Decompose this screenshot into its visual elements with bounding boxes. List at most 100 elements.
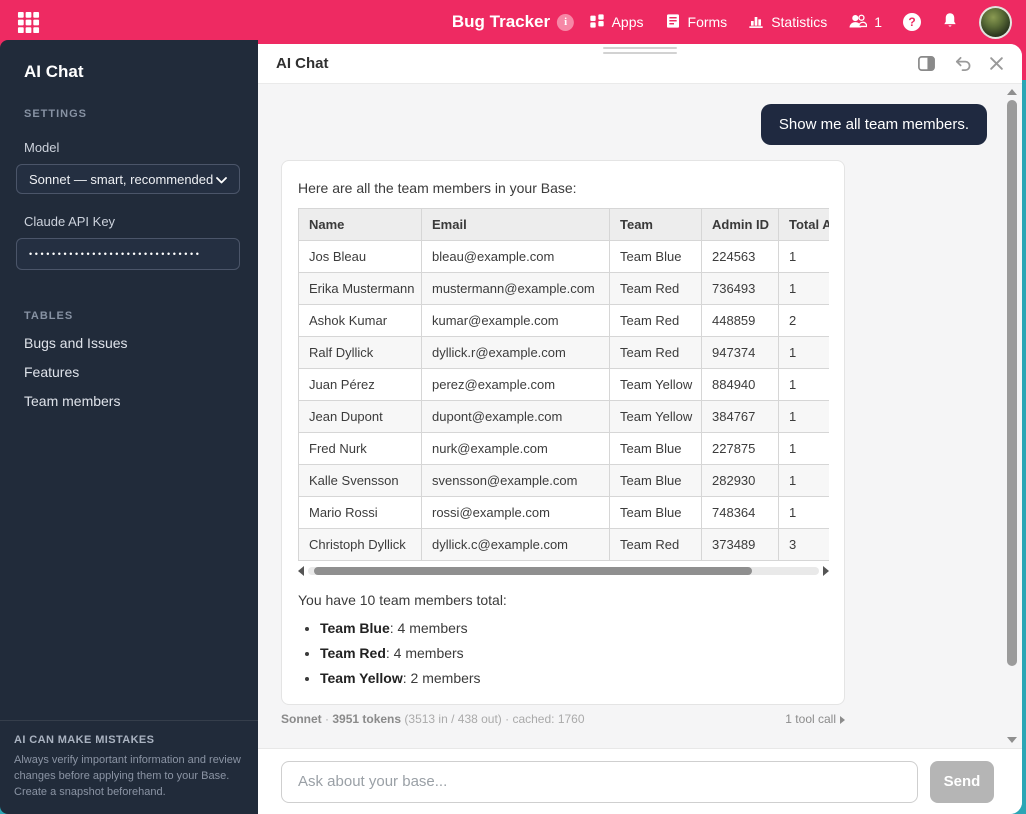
table-cell: Ralf Dyllick: [298, 336, 422, 369]
base-title: Bug Tracker i: [451, 0, 575, 44]
table-cell: Juan Pérez: [298, 368, 422, 401]
table-cell: rossi@example.com: [421, 496, 610, 529]
team-members-table: NameEmailTeamAdmin IDTotal Ass Jos Bleau…: [298, 208, 829, 561]
table-cell: Team Red: [609, 304, 702, 337]
table-header-cell: Total Ass: [778, 208, 829, 241]
table-cell: 1: [778, 336, 829, 369]
table-row: Ashok Kumar kumar@example.com Team Red 4488…: [298, 304, 829, 337]
info-icon[interactable]: i: [557, 13, 575, 31]
table-row: Jean Dupont dupont@example.com Team Yellow…: [298, 400, 829, 433]
model-select[interactable]: Sonnet — smart, recommended: [16, 164, 240, 194]
help-icon: ?: [903, 13, 921, 31]
table-cell: 227875: [701, 432, 779, 465]
team-count-list: Team Blue: 4 members Team Red: 4 members T…: [320, 620, 828, 686]
sidebar-table-bugs-and-issues[interactable]: Bugs and Issues: [16, 322, 242, 351]
forms-menu-button[interactable]: Forms: [665, 13, 727, 32]
scroll-down-arrow-icon[interactable]: [1007, 737, 1017, 743]
table-row: Ralf Dyllick dyllick.r@example.com Team Re…: [298, 336, 829, 369]
user-avatar[interactable]: [979, 5, 1012, 39]
settings-section-label: SETTINGS: [24, 108, 88, 120]
undo-icon[interactable]: [953, 55, 972, 72]
table-cell: dyllick.c@example.com: [421, 528, 610, 561]
base-title-text: Bug Tracker: [451, 12, 551, 31]
tables-section-label: TABLES: [24, 310, 74, 322]
table-cell: Kalle Svensson: [298, 464, 422, 497]
table-cell: 1: [778, 272, 829, 305]
scroll-up-arrow-icon[interactable]: [1007, 89, 1017, 95]
table-cell: 947374: [701, 336, 779, 369]
table-header-row: NameEmailTeamAdmin IDTotal Ass: [298, 208, 829, 241]
table-cell: svensson@example.com: [421, 464, 610, 497]
collaborator-count: 1: [874, 14, 882, 30]
scroll-right-arrow-icon[interactable]: [823, 565, 829, 576]
dock-panel-icon[interactable]: [917, 54, 936, 73]
table-cell: 1: [778, 368, 829, 401]
table-header-cell: Email: [421, 208, 610, 241]
bell-icon: [942, 12, 958, 32]
sidebar-table-features[interactable]: Features: [16, 351, 242, 380]
table-cell: Jean Dupont: [298, 400, 422, 433]
table-cell: dupont@example.com: [421, 400, 610, 433]
table-cell: 224563: [701, 240, 779, 273]
vertical-scroll-thumb[interactable]: [1007, 100, 1017, 667]
scroll-left-arrow-icon[interactable]: [298, 565, 304, 576]
table-cell: Erika Mustermann: [298, 272, 422, 305]
table-cell: 1: [778, 432, 829, 465]
statistics-icon: [748, 13, 764, 32]
table-row: Jos Bleau bleau@example.com Team Blue 22456…: [298, 240, 829, 273]
notifications-button[interactable]: [942, 12, 958, 32]
table-cell: 748364: [701, 496, 779, 529]
table-cell: 736493: [701, 272, 779, 305]
team-count-item: Team Red: 4 members: [320, 645, 828, 661]
team-count-item: Team Yellow: 2 members: [320, 670, 828, 686]
sidebar-title: AI Chat: [24, 62, 84, 81]
apps-menu-button[interactable]: Apps: [589, 13, 644, 32]
expand-arrow-icon: [840, 716, 845, 724]
sidebar-table-team-members[interactable]: Team members: [16, 380, 242, 409]
table-row: Kalle Svensson svensson@example.com Team B…: [298, 464, 829, 497]
table-cell: 3: [778, 528, 829, 561]
table-cell: Team Red: [609, 272, 702, 305]
table-cell: Team Blue: [609, 240, 702, 273]
send-button[interactable]: Send: [930, 760, 994, 803]
app-grid-icon[interactable]: [15, 9, 41, 35]
close-icon[interactable]: [989, 56, 1004, 71]
collaborators-icon: [848, 13, 868, 32]
model-select-value: Sonnet — smart, recommended: [29, 171, 214, 187]
table-row: Mario Rossi rossi@example.com Team Blue 748…: [298, 496, 829, 529]
table-cell: perez@example.com: [421, 368, 610, 401]
table-cell: 884940: [701, 368, 779, 401]
table-cell: Mario Rossi: [298, 496, 422, 529]
api-key-field[interactable]: ••••••••••••••••••••••••••••••: [16, 238, 240, 270]
table-cell: Team Yellow: [609, 400, 702, 433]
table-cell: Fred Nurk: [298, 432, 422, 465]
token-usage-text: Sonnet · 3951 tokens (3513 in / 438 out)…: [281, 712, 585, 726]
table-cell: nurk@example.com: [421, 432, 610, 465]
drag-handle[interactable]: [603, 47, 677, 57]
horizontal-scroll-thumb[interactable]: [314, 566, 752, 575]
ai-disclaimer: AI CAN MAKE MISTAKES Always verify impor…: [0, 720, 258, 814]
table-horizontal-scrollbar[interactable]: [298, 564, 829, 577]
table-row: Christoph Dyllick dyllick.c@example.com Te…: [298, 528, 829, 561]
table-row: Erika Mustermann mustermann@example.com Te…: [298, 272, 829, 305]
table-cell: Christoph Dyllick: [298, 528, 422, 561]
chat-input[interactable]: [281, 760, 918, 803]
team-count-item: Team Blue: 4 members: [320, 620, 828, 636]
assistant-summary-text: You have 10 team members total:: [298, 592, 507, 608]
collaborators-button[interactable]: 1: [848, 13, 882, 32]
table-cell: 2: [778, 304, 829, 337]
table-cell: 1: [778, 464, 829, 497]
table-cell: 282930: [701, 464, 779, 497]
ai-disclaimer-title: AI CAN MAKE MISTAKES: [14, 734, 155, 747]
assistant-message-card: Here are all the team members in your Ba…: [281, 160, 845, 705]
chat-vertical-scrollbar[interactable]: [1005, 86, 1019, 746]
table-row: Fred Nurk nurk@example.com Team Blue 227875…: [298, 432, 829, 465]
table-cell: Team Blue: [609, 464, 702, 497]
tool-call-toggle[interactable]: 1 tool call: [785, 712, 845, 726]
table-cell: bleau@example.com: [421, 240, 610, 273]
statistics-menu-button[interactable]: Statistics: [748, 13, 827, 32]
table-cell: mustermann@example.com: [421, 272, 610, 305]
message-meta-row: Sonnet · 3951 tokens (3513 in / 438 out)…: [281, 712, 845, 726]
help-button[interactable]: ?: [903, 13, 921, 31]
table-cell: kumar@example.com: [421, 304, 610, 337]
